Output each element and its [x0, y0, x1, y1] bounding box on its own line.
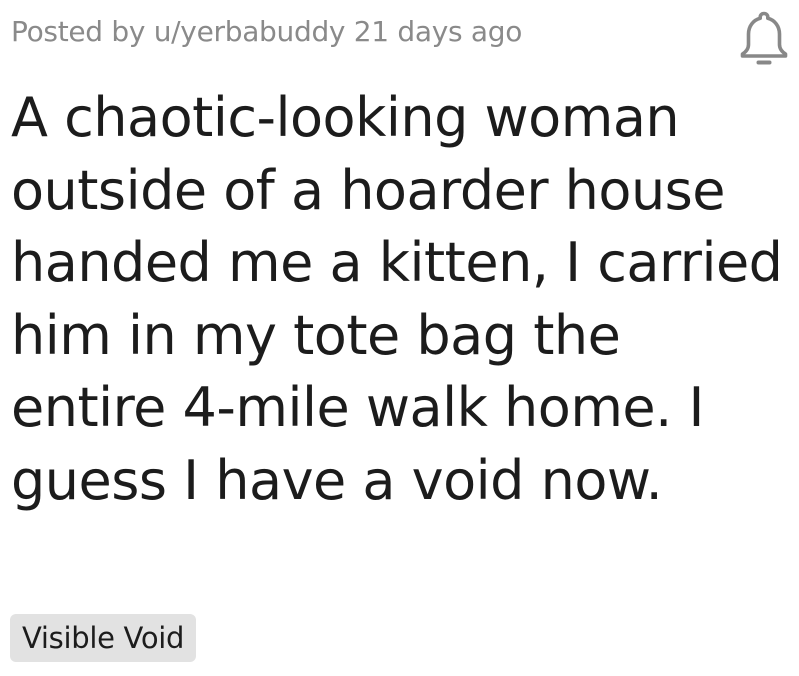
post-meta: Posted by u/yerbabuddy 21 days ago: [11, 15, 523, 48]
bell-icon[interactable]: [734, 9, 794, 69]
post-title[interactable]: A chaotic-looking woman outside of a hoa…: [11, 82, 786, 517]
post-flair[interactable]: Visible Void: [10, 614, 197, 662]
post-card: Posted by u/yerbabuddy 21 days ago A cha…: [0, 0, 799, 676]
